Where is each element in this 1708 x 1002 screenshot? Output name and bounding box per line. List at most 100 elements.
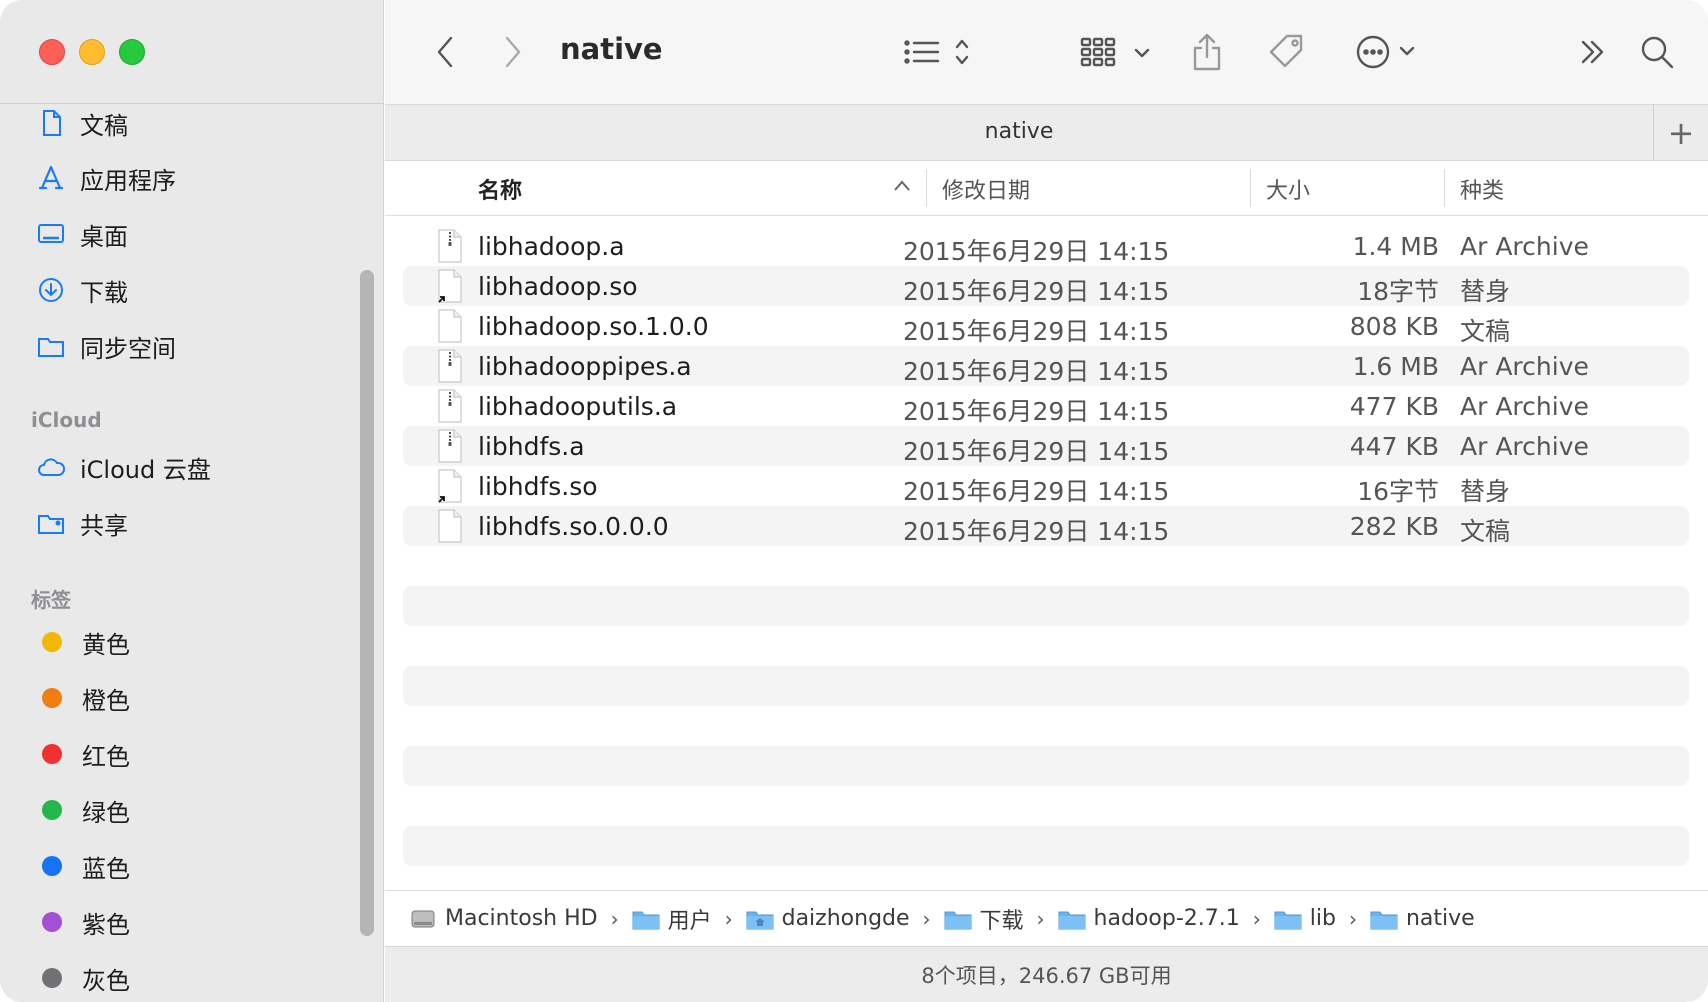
file-size: 18字节 [1357, 277, 1439, 306]
new-tab-button[interactable]: + [1653, 105, 1708, 160]
file-name: libhadoop.a [478, 232, 625, 261]
archive-file-icon [438, 429, 462, 463]
file-row[interactable]: libhadoop.so 2015年6月29日 14:15 18字节 替身 [403, 266, 1689, 306]
breadcrumb-label: 用户 [667, 908, 712, 934]
column-header-name[interactable]: 名称 [478, 173, 522, 205]
sidebar-tag-item[interactable]: 灰色 [34, 958, 130, 998]
group-button[interactable] [1075, 30, 1165, 74]
chevron-right-icon: › [1348, 906, 1357, 931]
file-date: 2015年6月29日 14:15 [903, 237, 1170, 266]
breadcrumb-label: 下载 [979, 908, 1024, 934]
toolbar: native [385, 0, 1708, 104]
file-date: 2015年6月29日 14:15 [903, 277, 1170, 306]
sidebar-item-documents[interactable]: 文稿 [34, 103, 128, 143]
file-row[interactable]: libhdfs.so 2015年6月29日 14:15 16字节 替身 [403, 466, 1689, 506]
file-date: 2015年6月29日 14:15 [903, 437, 1170, 466]
sidebar-item-label: 桌面 [80, 222, 128, 251]
breadcrumb-item[interactable]: daizhongde [746, 906, 910, 931]
status-bar: 8个项目，246.67 GB可用 [385, 946, 1708, 1002]
column-header-row: 名称 修改日期 大小 种类 [385, 161, 1708, 216]
sidebar-tag-item[interactable]: 红色 [34, 734, 130, 774]
chevron-right-icon: › [1252, 906, 1261, 931]
sidebar-tag-item[interactable]: 蓝色 [34, 846, 130, 886]
column-header-kind[interactable]: 种类 [1460, 173, 1504, 205]
file-size: 477 KB [1349, 392, 1439, 421]
alias-file-icon [438, 269, 462, 303]
tag-color-dot [42, 632, 62, 652]
folder-icon [1370, 911, 1398, 929]
sidebar-item-shared[interactable]: 共享 [34, 503, 128, 543]
breadcrumb-item[interactable]: Macintosh HD [409, 906, 598, 931]
sidebar: 文稿 应用程序 桌面 下载 同步空间 iCloud iCloud 云盘 共享 标… [0, 0, 384, 1002]
sidebar-item-downloads[interactable]: 下载 [34, 270, 128, 310]
column-header-date[interactable]: 修改日期 [942, 173, 1030, 205]
tag-button[interactable] [1265, 30, 1309, 74]
sidebar-section-icloud: iCloud [31, 408, 102, 432]
home-folder-icon [746, 911, 774, 929]
sidebar-item-label: 蓝色 [82, 854, 130, 883]
list-view-icon [904, 39, 969, 65]
archive-file-icon [438, 389, 462, 423]
tab-bar: native + [385, 104, 1708, 161]
file-date: 2015年6月29日 14:15 [903, 397, 1170, 426]
breadcrumb-item[interactable]: lib [1274, 906, 1336, 931]
close-button[interactable] [39, 39, 65, 65]
chevron-left-icon [437, 36, 453, 68]
chevron-right-icon: › [922, 906, 931, 931]
zoom-button[interactable] [119, 39, 145, 65]
column-divider[interactable] [1444, 169, 1445, 207]
breadcrumb-item[interactable]: 用户 [632, 903, 712, 935]
file-row[interactable]: libhdfs.a 2015年6月29日 14:15 447 KB Ar Archiv… [403, 426, 1689, 466]
file-name: libhdfs.a [478, 432, 585, 461]
breadcrumb-item[interactable]: hadoop-2.7.1 [1058, 906, 1240, 931]
breadcrumb-label: daizhongde [781, 906, 910, 931]
sidebar-tag-item[interactable]: 紫色 [34, 902, 130, 942]
file-row[interactable]: libhadooppipes.a 2015年6月29日 14:15 1.6 MB Ar… [403, 346, 1689, 386]
sidebar-item-label: 绿色 [82, 798, 130, 827]
sidebar-item-icloud-drive[interactable]: iCloud 云盘 [34, 447, 211, 487]
grid-icon [1080, 37, 1150, 67]
file-name: libhdfs.so [478, 472, 598, 501]
sidebar-tag-item[interactable]: 黄色 [34, 622, 130, 662]
window-title: native [560, 32, 663, 66]
file-row[interactable]: libhadooputils.a 2015年6月29日 14:15 477 KB Ar… [403, 386, 1689, 426]
breadcrumb-label: hadoop-2.7.1 [1093, 906, 1240, 931]
breadcrumb-item[interactable]: native [1370, 906, 1475, 931]
share-button[interactable] [1187, 30, 1227, 74]
tab-native[interactable]: native [385, 119, 1653, 144]
file-size: 447 KB [1349, 432, 1439, 461]
file-size: 1.6 MB [1352, 352, 1439, 381]
file-kind: Ar Archive [1460, 232, 1589, 261]
column-divider[interactable] [1250, 169, 1251, 207]
file-size: 1.4 MB [1352, 232, 1439, 261]
file-row[interactable]: libhdfs.so.0.0.0 2015年6月29日 14:15 282 KB 文稿 [403, 506, 1689, 546]
sidebar-item-label: 文稿 [80, 111, 128, 140]
column-divider[interactable] [926, 169, 927, 207]
file-size: 282 KB [1349, 512, 1439, 541]
breadcrumb-item[interactable]: 下载 [944, 903, 1024, 935]
column-header-size[interactable]: 大小 [1266, 173, 1310, 205]
sidebar-tag-item[interactable]: 绿色 [34, 790, 130, 830]
folder-icon [1274, 911, 1302, 929]
file-name: libhadooputils.a [478, 392, 678, 421]
path-bar: Macintosh HD › 用户 › daizhongde › 下载 › hadoop-2.7… [385, 890, 1708, 946]
search-icon [1641, 36, 1674, 69]
view-mode-button[interactable] [897, 30, 987, 74]
file-row[interactable]: libhadoop.a 2015年6月29日 14:15 1.4 MB Ar Arch… [403, 226, 1689, 266]
sidebar-scrollbar[interactable] [360, 270, 374, 936]
file-row[interactable]: libhadoop.so.1.0.0 2015年6月29日 14:15 808 KB… [403, 306, 1689, 346]
minimize-button[interactable] [79, 39, 105, 65]
download-icon [34, 273, 68, 307]
sidebar-item-label: 红色 [82, 742, 130, 771]
file-date: 2015年6月29日 14:15 [903, 317, 1170, 346]
forward-button[interactable] [493, 30, 533, 74]
more-actions-button[interactable] [1350, 30, 1430, 74]
sidebar-tag-item[interactable]: 橙色 [34, 678, 130, 718]
back-button[interactable] [425, 30, 465, 74]
sidebar-item-desktop[interactable]: 桌面 [34, 214, 128, 254]
search-button[interactable] [1635, 30, 1679, 74]
overflow-button[interactable] [1573, 30, 1613, 74]
sidebar-item-label: 下载 [80, 278, 128, 307]
sidebar-item-applications[interactable]: 应用程序 [34, 158, 176, 198]
sidebar-item-sync-space[interactable]: 同步空间 [34, 326, 176, 366]
